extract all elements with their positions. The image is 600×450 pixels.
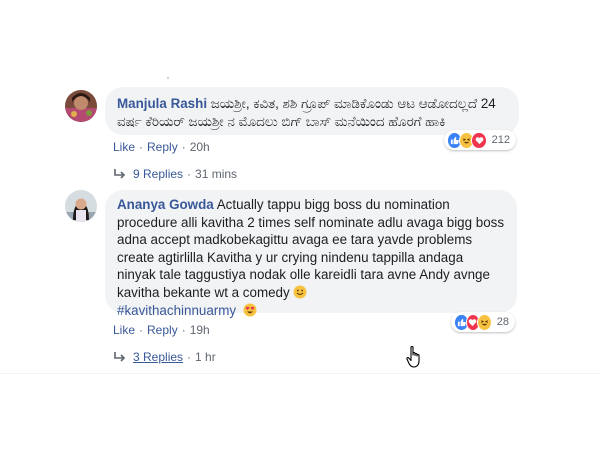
comment-bubble: Manjula Rashi ಜಯಶ್ರೀ, ಕವಿತ, ಶಶಿ ಗ್ರೂಪ್ ಮ…	[105, 87, 519, 135]
comment-author[interactable]: Manjula Rashi	[117, 96, 207, 111]
comment-text: Actually tappu bigg boss du nomination p…	[117, 197, 505, 300]
reaction-count: 212	[491, 134, 511, 146]
reply-link[interactable]: Reply	[147, 140, 178, 154]
comment-timestamp[interactable]: 19h	[190, 323, 210, 337]
hashtag-link[interactable]: #kavithachinnuarmy	[117, 303, 236, 318]
reaction-summary[interactable]: 212	[444, 130, 516, 150]
comment-actions: Like · Reply · 19h	[113, 323, 210, 337]
bottom-divider	[0, 373, 600, 374]
avatar[interactable]	[65, 190, 97, 222]
reaction-summary[interactable]: 28	[451, 312, 515, 332]
grinning-emoji-icon	[293, 285, 307, 299]
like-link[interactable]: Like	[113, 323, 135, 337]
like-link[interactable]: Like	[113, 140, 135, 154]
comment-bubble: Ananya Gowda Actually tappu bigg boss du…	[105, 190, 517, 318]
love-reaction-icon	[471, 131, 487, 149]
replies-count-link[interactable]: 3 Replies	[133, 350, 183, 364]
reaction-count: 28	[496, 316, 509, 328]
replies-timestamp: 31 mins	[195, 167, 238, 181]
hand-cursor-icon	[406, 345, 424, 374]
comment-timestamp[interactable]: 20h	[190, 140, 210, 154]
replies-timestamp: 1 hr	[195, 350, 216, 364]
avatar[interactable]	[65, 90, 97, 122]
reply-arrow-icon	[114, 351, 126, 362]
view-replies[interactable]: 9 Replies · 31 mins	[113, 167, 237, 181]
decorative-dot	[167, 77, 169, 79]
comment-author[interactable]: Ananya Gowda	[117, 197, 214, 212]
heart-eyes-emoji-icon	[243, 303, 257, 317]
replies-count-link[interactable]: 9 Replies	[133, 167, 183, 181]
haha-reaction-icon	[477, 313, 492, 331]
view-replies[interactable]: 3 Replies · 1 hr	[113, 350, 216, 364]
comment-actions: Like · Reply · 20h	[113, 140, 210, 154]
reply-arrow-icon	[114, 168, 126, 179]
reply-link[interactable]: Reply	[147, 323, 178, 337]
